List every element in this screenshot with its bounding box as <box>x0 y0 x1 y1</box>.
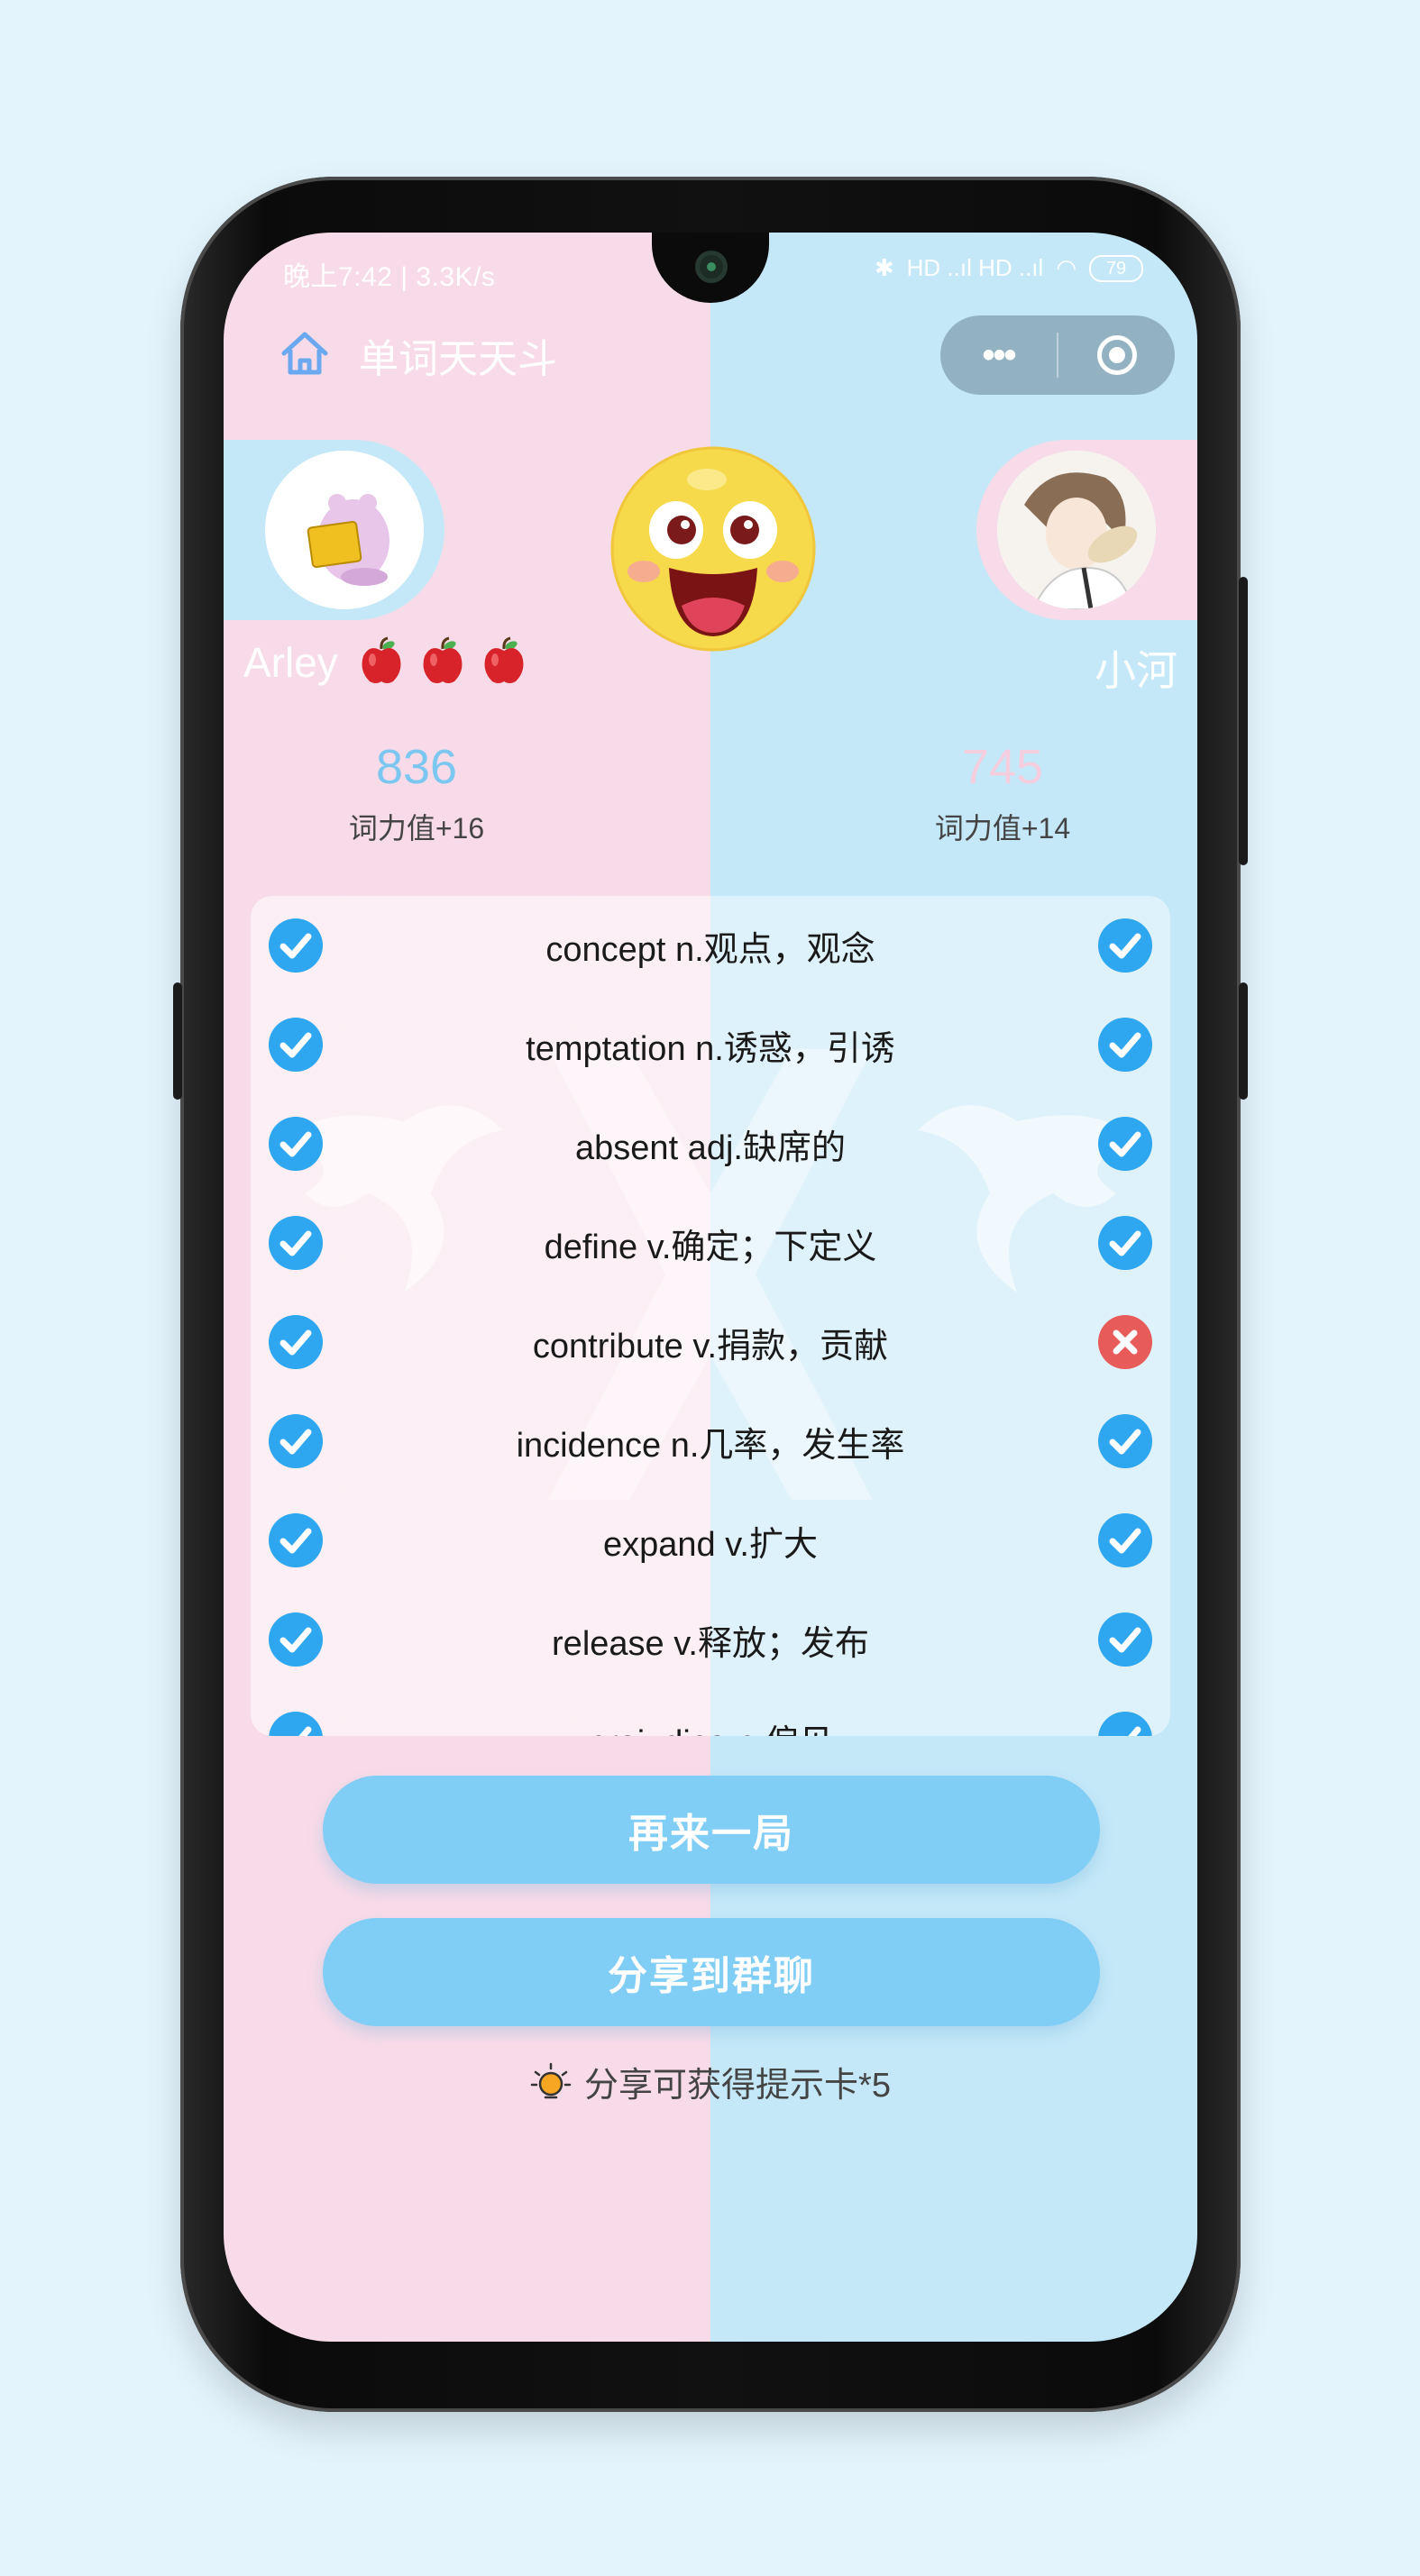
check-circle-icon <box>1098 1612 1152 1667</box>
power-button-lower <box>1239 982 1248 1100</box>
word-row: incidence n.几率，发生率 <box>251 1392 1170 1491</box>
check-circle-icon <box>269 1315 323 1369</box>
player-right-score: 745 <box>961 740 1044 794</box>
anime-boy-avatar-icon <box>997 451 1156 609</box>
word-row: expand v.扩大 <box>251 1491 1170 1590</box>
word-results-panel[interactable]: concept n.观点，观念 temptation n.诱惑，引诱 absent … <box>251 896 1170 1736</box>
happy-emoji-icon <box>610 446 816 652</box>
check-circle-icon <box>1098 1712 1152 1736</box>
apple-lives <box>359 636 527 685</box>
check-circle-icon <box>1098 1117 1152 1171</box>
bear-avatar-icon <box>265 451 424 609</box>
word-row: temptation n.诱惑，引诱 <box>251 995 1170 1094</box>
word-text: concept n.观点，观念 <box>545 930 875 969</box>
check-circle-icon <box>269 1513 323 1567</box>
page-title: 单词天天斗 <box>359 337 557 381</box>
check-circle-icon <box>1098 1018 1152 1072</box>
word-text: define v.确定；下定义 <box>544 1228 877 1266</box>
share-tip-text: 分享可获得提示卡*5 <box>584 2067 891 2105</box>
word-text: incidence n.几率，发生率 <box>516 1426 905 1465</box>
check-circle-icon <box>1098 918 1152 973</box>
apple-icon <box>484 636 524 683</box>
check-circle-icon <box>1098 1216 1152 1270</box>
check-circle-icon <box>269 1612 323 1667</box>
lightbulb-icon <box>530 2062 572 2098</box>
battery-icon: 79 <box>1089 254 1143 282</box>
more-dots-icon: ••• <box>982 334 1016 375</box>
share-group-button[interactable]: 分享到群聊 <box>323 1918 1100 2026</box>
word-text: contribute v.捐款，贡献 <box>532 1327 889 1366</box>
play-again-button[interactable]: 再来一局 <box>323 1776 1100 1884</box>
status-time: 晚上7:42 | 3.3K/s <box>283 262 496 292</box>
word-text: temptation n.诱惑，引诱 <box>526 1029 895 1068</box>
avatar-left[interactable] <box>265 451 424 609</box>
status-icons: ✱ HD ..ıl HD ..ıl ◠ 79 <box>875 254 1143 282</box>
check-circle-icon <box>269 1712 323 1736</box>
phone-screen: 晚上7:42 | 3.3K/s ✱ HD ..ıl HD ..ıl ◠ 79 单… <box>224 233 1197 2342</box>
word-row: prejudice n.偏见 <box>251 1689 1170 1736</box>
power-button-upper <box>1239 577 1248 865</box>
word-text: prejudice n.偏见 <box>251 1714 1170 1737</box>
player-left-score: 836 <box>375 740 458 794</box>
check-circle-icon <box>269 918 323 973</box>
check-circle-icon <box>269 1018 323 1072</box>
word-text: absent adj.缺席的 <box>575 1128 846 1167</box>
word-row: contribute v.捐款，贡献 <box>251 1293 1170 1392</box>
word-text: release v.释放；发布 <box>552 1624 869 1663</box>
close-miniprogram-button[interactable] <box>1058 315 1175 395</box>
check-circle-icon <box>269 1414 323 1468</box>
home-icon[interactable] <box>279 330 330 377</box>
player-right-name: 小河 <box>1095 647 1177 694</box>
front-camera <box>695 251 728 283</box>
cross-circle-icon <box>1098 1315 1152 1369</box>
check-circle-icon <box>1098 1414 1152 1468</box>
word-row: concept n.观点，观念 <box>251 896 1170 995</box>
wifi-icon: ◠ <box>1056 254 1076 281</box>
volume-button <box>173 982 182 1100</box>
share-tip: 分享可获得提示卡*5 <box>224 2057 1197 2106</box>
apple-icon <box>362 636 401 683</box>
bluetooth-icon: ✱ <box>874 254 894 281</box>
avatar-right[interactable] <box>997 451 1156 609</box>
signal-icon: HD ..ıl HD ..ıl <box>906 254 1044 281</box>
check-circle-icon <box>269 1117 323 1171</box>
miniprogram-capsule: ••• <box>940 315 1175 395</box>
word-row: release v.释放；发布 <box>251 1590 1170 1689</box>
word-text: expand v.扩大 <box>603 1525 818 1564</box>
target-icon <box>1096 335 1137 375</box>
apple-icon <box>423 636 463 683</box>
word-row: absent adj.缺席的 <box>251 1094 1170 1193</box>
player-right-gain: 词力值+14 <box>934 812 1071 845</box>
more-menu-button[interactable]: ••• <box>940 315 1057 395</box>
check-circle-icon <box>269 1216 323 1270</box>
player-left-gain: 词力值+16 <box>348 812 485 845</box>
check-circle-icon <box>1098 1513 1152 1567</box>
word-row: define v.确定；下定义 <box>251 1193 1170 1293</box>
player-left-name: Arley <box>243 639 338 686</box>
